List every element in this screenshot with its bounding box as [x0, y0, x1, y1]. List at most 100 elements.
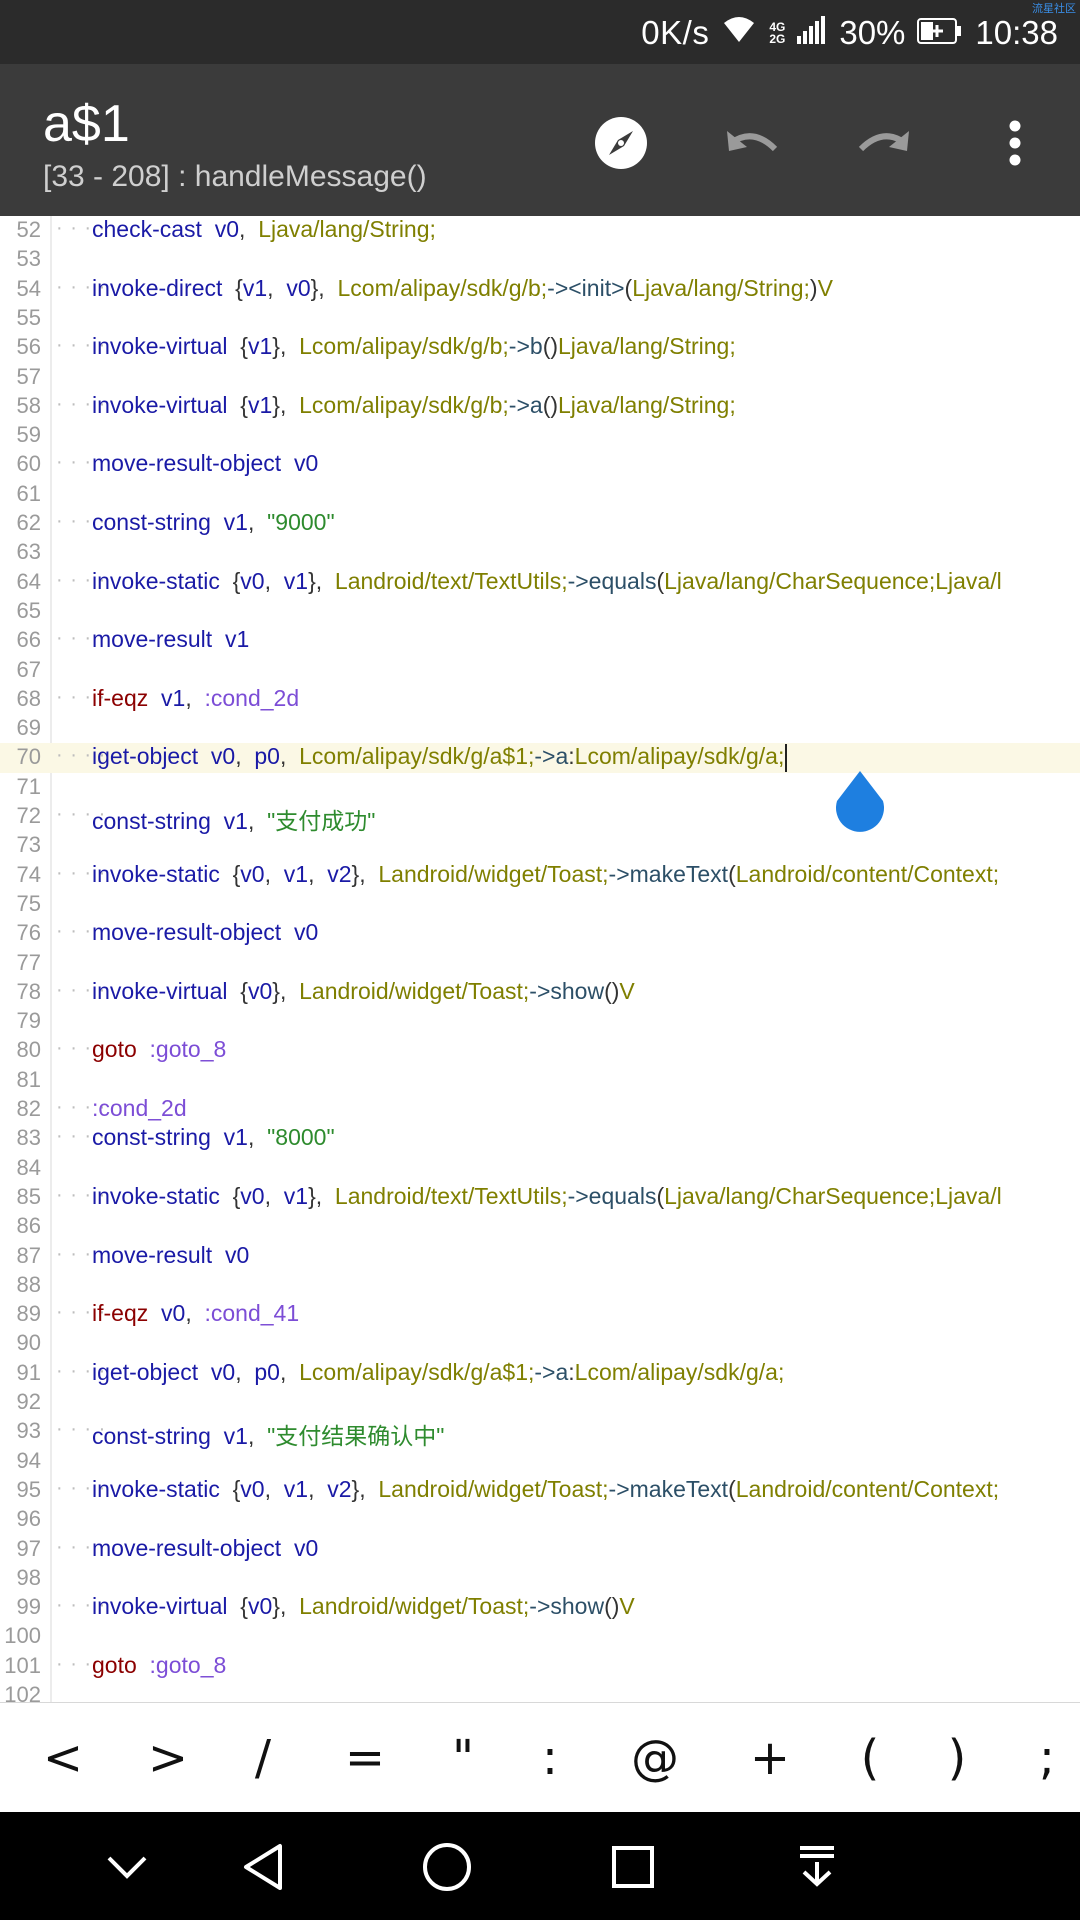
- code-line[interactable]: 60 · · · · move-result-object v0: [0, 450, 1080, 479]
- code-line[interactable]: 82 · · · ·:cond_2d: [0, 1095, 1080, 1124]
- code-line[interactable]: 87 · · · · move-result v0: [0, 1242, 1080, 1271]
- code-token: :goto_8: [149, 1651, 227, 1678]
- code-line[interactable]: 64 · · · · invoke-static {v0, v1}, Landroi…: [0, 568, 1080, 597]
- collapse-down-icon[interactable]: [92, 1832, 162, 1902]
- code-line[interactable]: 90: [0, 1329, 1080, 1358]
- code-line[interactable]: 74 · · · · invoke-static {v0, v1, v2}, Lan…: [0, 861, 1080, 890]
- key-equals[interactable]: =: [320, 1713, 410, 1803]
- key-open-paren[interactable]: (: [825, 1713, 915, 1803]
- key-slash[interactable]: /: [218, 1713, 308, 1803]
- key-quote[interactable]: ": [418, 1713, 508, 1803]
- notification-pull-icon[interactable]: [782, 1832, 852, 1902]
- key-plus[interactable]: +: [725, 1713, 815, 1803]
- code-line[interactable]: 63: [0, 538, 1080, 567]
- code-token: const-string: [92, 509, 211, 535]
- code-line[interactable]: 54 · · · · invoke-direct {v1, v0}, Lcom/al…: [0, 275, 1080, 304]
- home-icon[interactable]: [412, 1832, 482, 1902]
- key-close-paren[interactable]: ): [912, 1713, 1002, 1803]
- code-line[interactable]: 70 · · · · iget-object v0, p0, Lcom/alipay…: [0, 743, 1080, 773]
- code-line[interactable]: 65: [0, 597, 1080, 626]
- code-token: v0: [210, 743, 236, 770]
- key-greater-than[interactable]: >: [123, 1713, 213, 1803]
- key-semicolon[interactable]: ;: [1002, 1713, 1080, 1803]
- code-line[interactable]: 75: [0, 890, 1080, 919]
- key-less-than[interactable]: <: [18, 1713, 108, 1803]
- code-line[interactable]: 67: [0, 656, 1080, 685]
- code-line[interactable]: 78 · · · · invoke-virtual {v0}, Landroid/w…: [0, 978, 1080, 1007]
- line-number: 75: [16, 890, 41, 916]
- code-line[interactable]: 86: [0, 1212, 1080, 1241]
- code-line[interactable]: 94: [0, 1447, 1080, 1476]
- signal-icon: [797, 14, 827, 52]
- code-line[interactable]: 80 · · · · goto :goto_8: [0, 1036, 1080, 1065]
- line-number: 88: [16, 1271, 41, 1297]
- code-line[interactable]: 61: [0, 480, 1080, 509]
- code-line[interactable]: 97 · · · · move-result-object v0: [0, 1535, 1080, 1564]
- compass-icon[interactable]: [586, 108, 656, 178]
- navigation-bar: [0, 1812, 1080, 1920]
- line-number: 84: [16, 1154, 41, 1180]
- code-token: v0: [293, 919, 319, 946]
- code-line[interactable]: 69: [0, 714, 1080, 743]
- code-text: move-result v0: [92, 1242, 249, 1269]
- code-token: if-eqz: [92, 1300, 149, 1327]
- code-line[interactable]: 58 · · · · invoke-virtual {v1}, Lcom/alipa…: [0, 392, 1080, 421]
- code-line[interactable]: 76 · · · · move-result-object v0: [0, 919, 1080, 948]
- redo-icon[interactable]: [848, 108, 918, 178]
- code-line[interactable]: 79: [0, 1007, 1080, 1036]
- code-line[interactable]: 89 · · · · if-eqz v0, :cond_41: [0, 1300, 1080, 1329]
- code-token: ,: [247, 1124, 268, 1151]
- code-line[interactable]: 71: [0, 773, 1080, 802]
- code-line[interactable]: 100: [0, 1622, 1080, 1651]
- code-token: ->show: [529, 977, 605, 1004]
- code-line[interactable]: 93 · · · · const-string v1, "支付结果确认中": [0, 1417, 1080, 1449]
- code-line[interactable]: 88: [0, 1271, 1080, 1300]
- code-token: ->makeText: [608, 1475, 729, 1502]
- code-line[interactable]: 102: [0, 1681, 1080, 1702]
- code-line[interactable]: 98: [0, 1564, 1080, 1593]
- code-line[interactable]: 84: [0, 1154, 1080, 1183]
- code-line[interactable]: 53: [0, 245, 1080, 274]
- code-line[interactable]: 77: [0, 949, 1080, 978]
- code-line[interactable]: 68 · · · · if-eqz v1, :cond_2d: [0, 685, 1080, 714]
- line-number: 82: [16, 1096, 41, 1121]
- code-text: invoke-static {v0, v1}, Landroid/text/Te…: [92, 568, 1002, 595]
- back-icon[interactable]: [230, 1832, 300, 1902]
- code-token: ): [809, 274, 818, 301]
- code-token: {: [227, 977, 248, 1004]
- code-line[interactable]: 95 · · · · invoke-static {v0, v1, v2}, Lan…: [0, 1476, 1080, 1505]
- app-bar: a$1 [33 - 208] : handleMessage(): [0, 64, 1080, 216]
- code-line[interactable]: 57: [0, 363, 1080, 392]
- code-line[interactable]: 66 · · · · move-result v1: [0, 626, 1080, 655]
- code-token: ,: [264, 567, 284, 594]
- code-line[interactable]: 81: [0, 1066, 1080, 1095]
- key-at[interactable]: @: [610, 1713, 700, 1803]
- recents-icon[interactable]: [598, 1832, 668, 1902]
- more-vert-icon[interactable]: [980, 108, 1050, 178]
- code-line[interactable]: 55: [0, 304, 1080, 333]
- cursor-handle[interactable]: [832, 771, 888, 837]
- code-token: {: [219, 567, 241, 594]
- code-line[interactable]: 91 · · · · iget-object v0, p0, Lcom/alipay…: [0, 1359, 1080, 1388]
- code-line[interactable]: 92: [0, 1388, 1080, 1417]
- code-line[interactable]: 62 · · · · const-string v1, "9000": [0, 509, 1080, 538]
- code-line[interactable]: 99 · · · · invoke-virtual {v0}, Landroid/w…: [0, 1593, 1080, 1622]
- key-colon[interactable]: :: [505, 1713, 595, 1803]
- code-line[interactable]: 56 · · · · invoke-virtual {v1}, Lcom/alipa…: [0, 333, 1080, 362]
- code-line[interactable]: 73: [0, 831, 1080, 860]
- code-line[interactable]: 52 · · · · check-cast v0, Ljava/lang/Strin…: [0, 216, 1080, 245]
- code-line[interactable]: 83 · · · · const-string v1, "8000": [0, 1124, 1080, 1153]
- code-line[interactable]: 85 · · · · invoke-static {v0, v1}, Landroi…: [0, 1183, 1080, 1212]
- code-line[interactable]: 101 · · · · goto :goto_8: [0, 1652, 1080, 1681]
- undo-icon[interactable]: [718, 108, 788, 178]
- code-line[interactable]: 59: [0, 421, 1080, 450]
- line-number: 60: [16, 451, 41, 477]
- code-line[interactable]: 96: [0, 1505, 1080, 1534]
- line-number: 81: [16, 1066, 41, 1092]
- code-line[interactable]: 72 · · · · const-string v1, "支付成功": [0, 802, 1080, 834]
- code-editor[interactable]: 52 · · · · check-cast v0, Ljava/lang/Strin…: [0, 216, 1080, 1702]
